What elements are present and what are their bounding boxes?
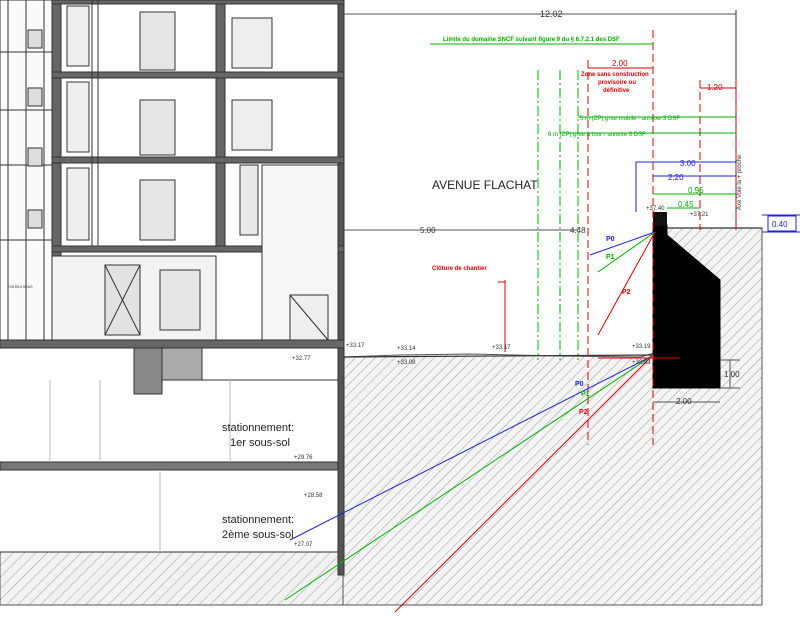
ground-hatch-bottom (0, 551, 344, 606)
crane-tower-label: 6 m (ZP) grue à tour - annexe 3 DSF (548, 132, 646, 138)
parking-1-line1: stationnement: (222, 422, 294, 434)
p2-upper: P2 (622, 289, 631, 296)
level-3314: +33.14 (397, 346, 416, 352)
small-level-label: +26,85 A SOUS (8, 285, 33, 289)
level-3303: +33.03 (632, 360, 651, 366)
level-3740: +37.40 (646, 206, 665, 212)
dim-zone: 2.00 (612, 59, 628, 68)
level-2858: +28.58 (304, 493, 323, 499)
level-3317b: +33.17 (492, 345, 511, 351)
level-3319: +33.19 (632, 344, 651, 350)
zone-label-1: Zone sans construction (581, 72, 649, 78)
dim-wall-3m: 3.00 (680, 159, 696, 168)
avenue-label: AVENUE FLACHAT (432, 178, 538, 192)
parking-2-line1: stationnement: (222, 514, 294, 526)
dim-overall: 12.02 (540, 9, 563, 19)
p2-lower: P2 (579, 409, 588, 416)
p1-lower: P1 (581, 391, 590, 398)
dim-road-right: 4.48 (570, 226, 586, 235)
dim-road-left: 5.00 (420, 226, 436, 235)
wall-cap (653, 212, 667, 226)
level-2707: +27.07 (294, 542, 313, 548)
p0-upper: P0 (606, 236, 615, 243)
parking-1-line2: 1er sous-sol (230, 437, 290, 449)
zone-label-2: provisoire ou (598, 80, 636, 86)
crane-mobile-label: 5 m (ZP) grue mobile - annexe 3 DSF (580, 116, 680, 122)
sncf-limit-label: Limite du domaine SNCF suivant figure 9 … (443, 37, 620, 43)
section-drawing: 12.02 5.00 4.48 2.00 1.20 3.00 2.20 0.95… (0, 0, 800, 613)
dim-footing-width: 2.00 (676, 397, 692, 406)
dim-wall-height: 0.40 (772, 220, 788, 229)
dim-wall-0-95: 0.95 (688, 186, 704, 195)
zone-label-3: définitive (603, 88, 630, 94)
dim-offset-right: 1.20 (707, 83, 723, 92)
level-3721: +37.21 (690, 212, 709, 218)
dim-footing-height: 1.00 (724, 370, 740, 379)
parking-2-line2: 2ème sous-sol (222, 529, 294, 541)
level-3277: +32.77 (292, 356, 311, 362)
cloture-label: Clôture de chantier (432, 266, 487, 272)
level-3308: +33.08 (397, 360, 416, 366)
dim-wall-0-45: 0.45 (678, 200, 694, 209)
level-3317: +33.17 (346, 343, 365, 349)
dim-wall-2-2: 2.20 (668, 173, 684, 182)
axe-voie-label: Axe Voie la + proche (737, 154, 743, 210)
p0-lower: P0 (575, 381, 584, 388)
p1-upper: P1 (606, 254, 615, 261)
building-section (0, 0, 345, 576)
level-2976: +29.76 (294, 455, 313, 461)
